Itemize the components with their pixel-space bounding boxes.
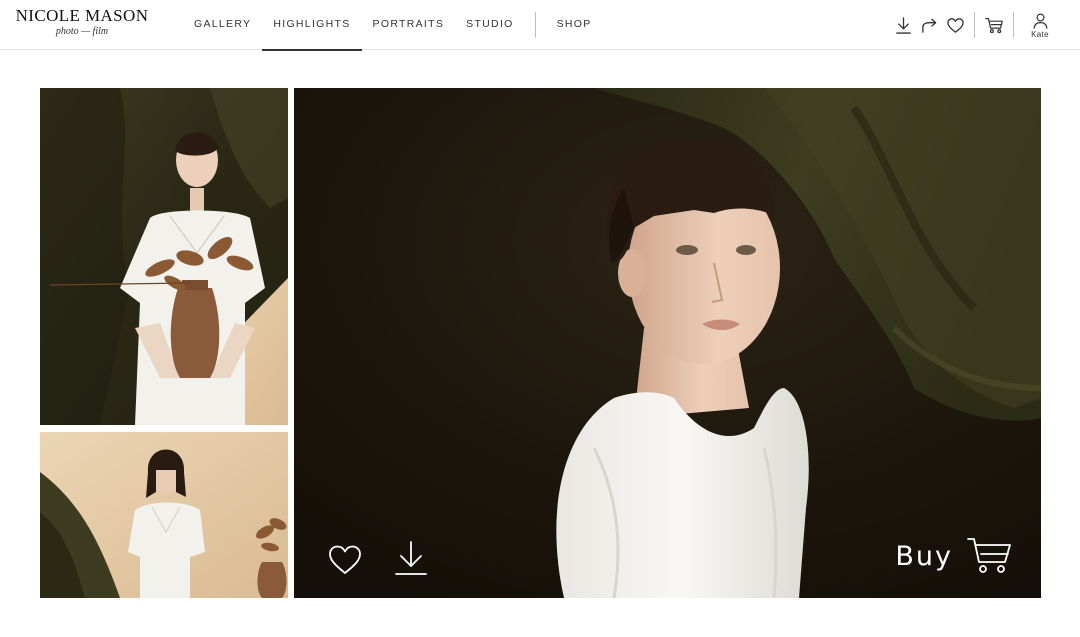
nav-item-gallery[interactable]: GALLERY	[183, 0, 262, 50]
main-nav: GALLERY HIGHLIGHTS PORTRAITS STUDIO SHOP	[183, 0, 603, 51]
buy-label: Buy	[895, 540, 953, 572]
brand-tagline: photo — film	[55, 26, 109, 37]
heart-icon[interactable]	[942, 12, 968, 38]
nav-item-highlights[interactable]: HIGHLIGHTS	[262, 0, 362, 51]
toolbar-divider	[1013, 12, 1014, 38]
header-toolbar: Kate	[890, 0, 1060, 50]
top-bar: NICOLE MASON photo — film GALLERY HIGHLI…	[0, 0, 1080, 51]
nav-item-studio[interactable]: STUDIO	[455, 0, 524, 50]
brand-logo[interactable]: NICOLE MASON photo — film	[12, 7, 152, 38]
photo-woman-holding-vase	[40, 88, 288, 425]
heart-icon	[329, 545, 361, 574]
thumbnail-portrait-vase[interactable]	[40, 88, 288, 425]
photo-woman-seated	[40, 432, 288, 598]
cart-icon[interactable]	[981, 12, 1007, 38]
download-button[interactable]	[394, 540, 428, 576]
photo-woman-portrait	[294, 88, 1041, 598]
share-icon[interactable]	[916, 12, 942, 38]
buy-button[interactable]: Buy	[895, 534, 1013, 578]
nav-item-shop[interactable]: SHOP	[546, 0, 603, 50]
user-icon	[1033, 13, 1047, 29]
cart-icon	[967, 538, 1011, 573]
user-name: Kate	[1031, 29, 1049, 39]
download-icon	[395, 541, 427, 575]
like-button[interactable]	[328, 544, 362, 576]
toolbar-divider	[974, 12, 975, 38]
download-icon[interactable]	[890, 12, 916, 38]
nav-item-portraits[interactable]: PORTRAITS	[362, 0, 456, 50]
user-account[interactable]: Kate	[1020, 5, 1060, 45]
nav-divider	[534, 12, 536, 38]
brand-name: NICOLE MASON	[15, 6, 149, 25]
thumbnail-portrait-seated[interactable]	[40, 432, 288, 598]
main-photo-viewer[interactable]: Buy	[294, 88, 1041, 598]
